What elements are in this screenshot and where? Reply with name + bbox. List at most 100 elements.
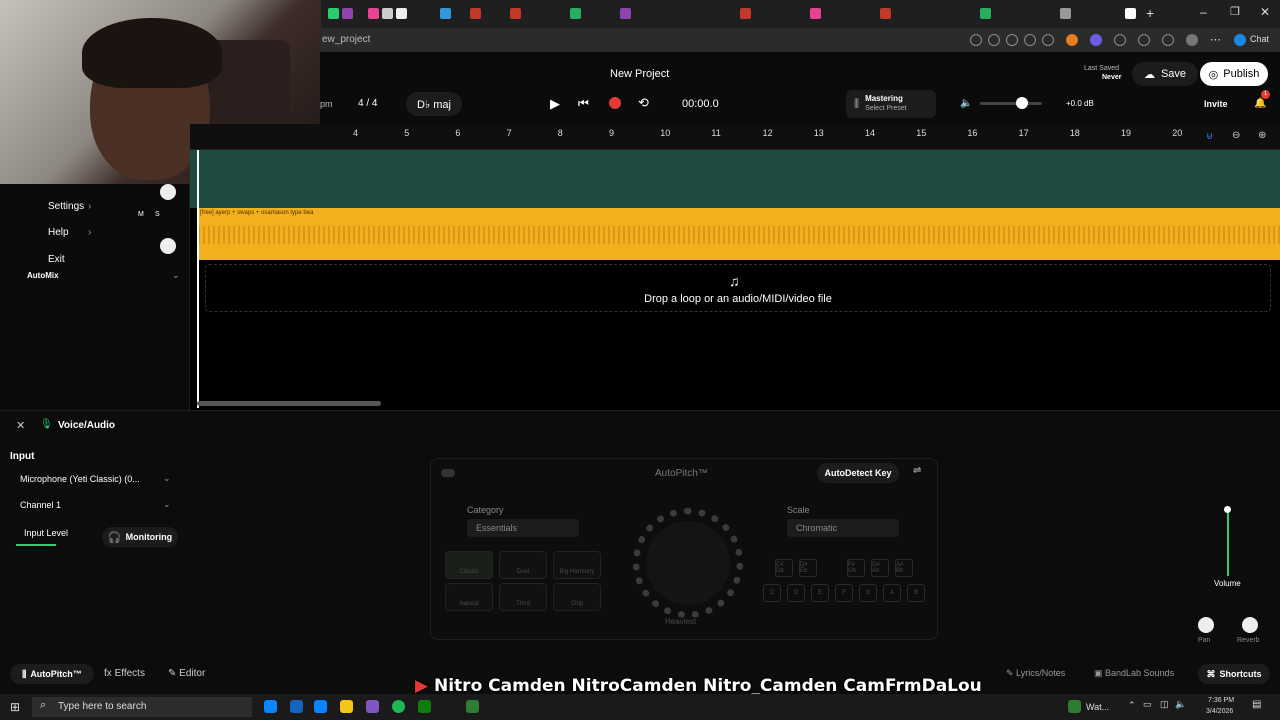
mic-icon[interactable] [1006,34,1018,46]
solo-button[interactable]: S [155,211,160,218]
preset-third[interactable]: Third [499,583,547,611]
key-a[interactable]: A [883,584,901,602]
windows-start-icon[interactable]: ⊞ [10,700,20,714]
tab-icon[interactable] [470,8,481,19]
horizontal-scrollbar[interactable] [197,401,381,406]
loop-button[interactable]: ⟲ [638,95,649,111]
play-button[interactable]: ▶ [550,96,560,112]
input-device-select[interactable]: Microphone (Yeti Classic) (0... [20,474,140,484]
app-icon[interactable] [290,700,303,713]
publish-button[interactable]: ◎ Publish [1200,62,1268,86]
key-f[interactable]: F [835,584,853,602]
bpm-suffix[interactable]: pm [320,99,333,109]
scale-select[interactable]: Chromatic [787,519,899,537]
volume-fader-thumb[interactable] [1224,506,1231,513]
tab-icon[interactable] [810,8,821,19]
key-f-sharp[interactable]: F# Gb [847,559,865,577]
key-g[interactable]: G [859,584,877,602]
tab-icon[interactable] [1125,8,1136,19]
tab-icon[interactable] [382,8,393,19]
new-tab-button[interactable]: + [1146,5,1154,21]
tab-icon[interactable] [1060,8,1071,19]
chat-button[interactable]: Chat [1250,34,1269,44]
autopitch-dial-center[interactable] [646,521,730,605]
speaker-icon[interactable]: 🔈 [960,98,972,109]
tab-icon[interactable] [740,8,751,19]
tab-icon[interactable] [368,8,379,19]
master-volume-slider[interactable] [980,102,1042,105]
settings-sliders-icon[interactable]: ⇌ [913,465,921,476]
menu-item-help[interactable]: Help [48,227,69,238]
volume-fader-track[interactable] [1227,510,1229,576]
extension-icon[interactable] [970,34,982,46]
automix-label[interactable]: AutoMix [27,271,59,280]
autopitch-toggle[interactable] [441,469,455,477]
preset-natural[interactable]: Natural [445,583,493,611]
channel-select[interactable]: Channel 1 [20,500,61,510]
menu-item-settings[interactable]: Settings [48,201,84,212]
tab-bandlab-sounds[interactable]: ▣ BandLab Sounds [1094,668,1174,679]
key-b[interactable]: B [907,584,925,602]
app-icon[interactable] [366,700,379,713]
key-d[interactable]: D [787,584,805,602]
shortcuts-button[interactable]: ⌘ Shortcuts [1198,664,1270,684]
chevron-down-icon[interactable]: ⌄ [172,270,180,281]
track-lane-1[interactable] [190,150,1280,208]
taskbar-time[interactable]: 7:36 PM [1208,697,1234,704]
chevron-up-icon[interactable]: ⌃ [1128,700,1136,711]
master-volume-thumb[interactable] [1016,97,1028,109]
spotify-icon[interactable] [392,700,405,713]
zoom-in-icon[interactable]: ⊕ [1258,130,1266,141]
app-icon[interactable] [314,700,327,713]
star-icon[interactable] [988,34,1000,46]
profile-avatar[interactable] [1186,34,1198,46]
tab-autopitch[interactable]: ⫼ AutoPitch™ [10,664,94,684]
tab-icon[interactable] [396,8,407,19]
tab-icon[interactable] [620,8,631,19]
battery-icon[interactable]: ▭ [1143,699,1152,710]
edge-icon[interactable] [264,700,277,713]
preset-duet[interactable]: Duet [499,551,547,579]
category-select[interactable]: Essentials [467,519,579,537]
taskbar-search[interactable]: ⌕ Type here to search [32,697,252,717]
key-c[interactable]: C [763,584,781,602]
maximize-button[interactable]: ❐ [1230,5,1240,18]
autodetect-key-button[interactable]: AutoDetect Key [817,463,899,483]
key-e[interactable]: E [811,584,829,602]
track-volume-knob[interactable] [160,184,176,200]
invite-button[interactable]: Invite [1204,99,1228,109]
preset-classic[interactable]: Classic [445,551,493,579]
key-a-sharp[interactable]: A# Bb [895,559,913,577]
twitch-extension-icon[interactable] [1090,34,1102,46]
playhead[interactable] [197,150,199,408]
project-title[interactable]: New Project [610,68,669,80]
bell-icon[interactable]: 🔔 [1254,98,1266,109]
address-bar[interactable]: ew_project ⋯ Chat [320,28,1280,52]
zoom-out-icon[interactable]: ⊖ [1232,130,1240,141]
tab-icon[interactable] [980,8,991,19]
key-c-sharp[interactable]: C# Db [775,559,793,577]
tab-effects[interactable]: fx Effects [104,668,145,679]
monitoring-button[interactable]: 🎧 Monitoring [102,527,178,547]
volume-icon[interactable]: 🔈 [1175,699,1186,710]
key-selector[interactable]: D♭ maj [406,92,462,116]
xbox-icon[interactable] [418,700,431,713]
time-signature[interactable]: 4 / 4 [358,98,377,109]
extension-icon[interactable] [1066,34,1078,46]
tab-icon[interactable] [570,8,581,19]
favorites-icon[interactable] [1162,34,1174,46]
reverb-knob[interactable] [1242,617,1258,633]
audio-clip[interactable]: [free] ayerp + swaps + osamason type bea [198,208,1280,260]
drop-zone[interactable]: ♫ Drop a loop or an audio/MIDI/video fil… [205,264,1271,312]
file-explorer-icon[interactable] [340,700,353,713]
notification-center-icon[interactable]: ▤ [1252,699,1261,710]
menu-item-exit[interactable]: Exit [48,254,65,265]
taskbar-date[interactable]: 3/4/2026 [1206,708,1233,715]
copilot-icon[interactable] [1234,34,1246,46]
close-window-button[interactable]: ✕ [1260,5,1270,19]
more-menu-icon[interactable]: ⋯ [1210,33,1221,46]
preset-big-harmony[interactable]: Big Harmony [553,551,601,579]
key-g-sharp[interactable]: G# Ab [871,559,889,577]
track-volume-knob[interactable] [160,238,176,254]
key-d-sharp[interactable]: D# Eb [799,559,817,577]
